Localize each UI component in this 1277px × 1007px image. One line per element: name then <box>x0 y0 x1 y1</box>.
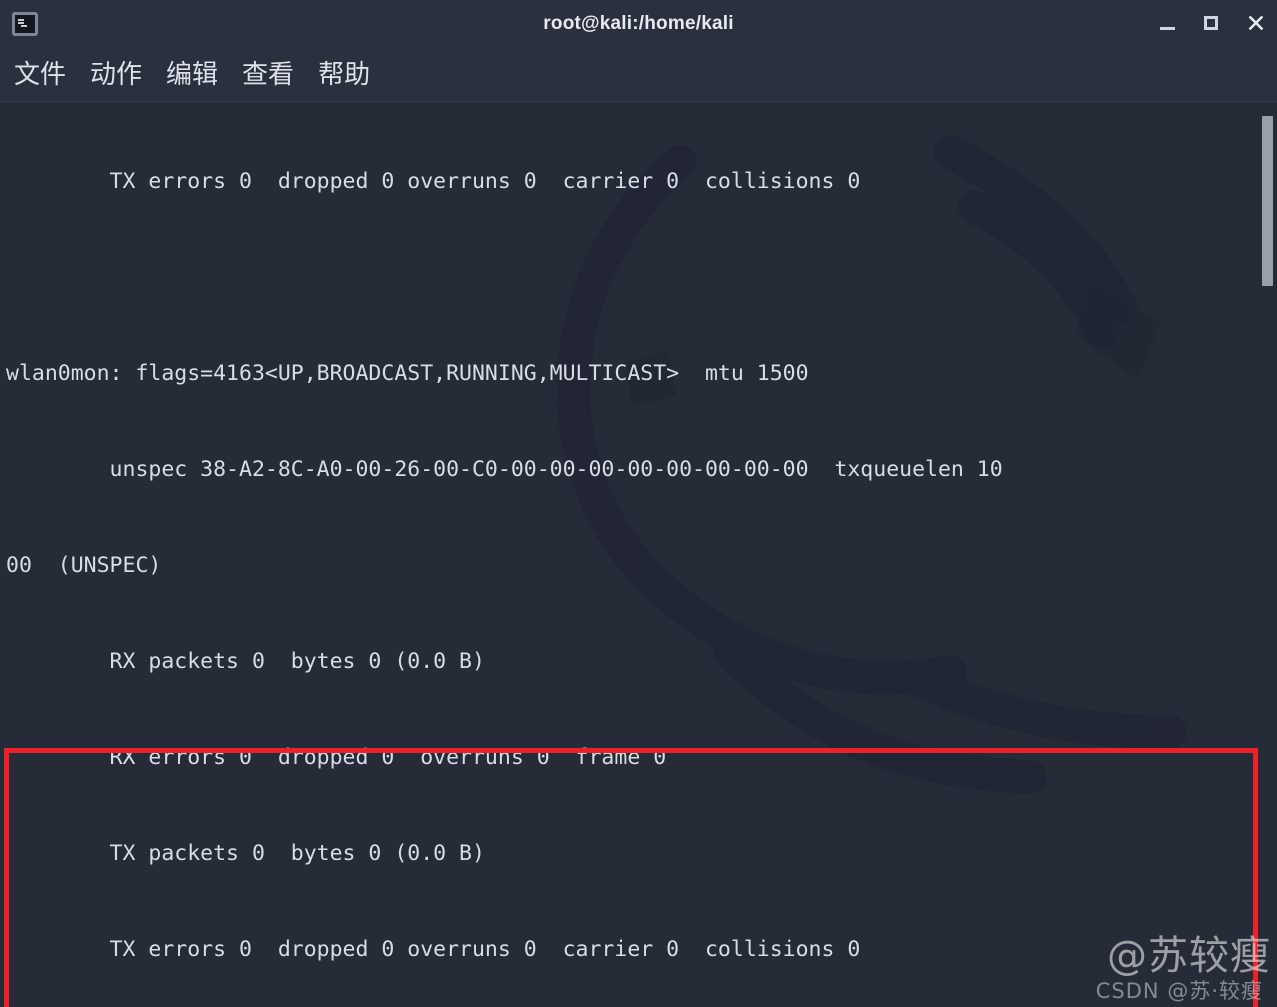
output-blank-line <box>0 262 1277 294</box>
window-title: root@kali:/home/kali <box>543 13 734 34</box>
output-line: wlan0mon: flags=4163<UP,BROADCAST,RUNNIN… <box>6 361 809 386</box>
maximize-button[interactable] <box>1201 13 1223 35</box>
terminal-output: TX errors 0 dropped 0 overruns 0 carrier… <box>0 102 1277 1007</box>
output-line: unspec 38-A2-8C-A0-00-26-00-C0-00-00-00-… <box>6 457 1003 482</box>
output-line: 00 (UNSPEC) <box>6 553 162 578</box>
menu-file[interactable]: 文件 <box>14 62 66 88</box>
output-line: TX errors 0 dropped 0 overruns 0 carrier… <box>6 937 861 962</box>
terminal-icon <box>12 12 38 36</box>
terminal-scrollbar[interactable] <box>1262 102 1275 1007</box>
output-line: RX errors 0 dropped 0 overruns 0 frame 0 <box>6 745 667 770</box>
window-controls: ✕ <box>1157 0 1267 48</box>
title-bar: root@kali:/home/kali ✕ <box>0 0 1277 49</box>
menu-actions[interactable]: 动作 <box>90 62 142 88</box>
terminal-content[interactable]: TX errors 0 dropped 0 overruns 0 carrier… <box>0 102 1277 1007</box>
menu-view[interactable]: 查看 <box>242 62 294 88</box>
output-line: TX errors 0 dropped 0 overruns 0 carrier… <box>6 169 861 194</box>
menu-edit[interactable]: 编辑 <box>166 62 218 88</box>
terminal-window: root@kali:/home/kali ✕ 文件 动作 编辑 查看 帮助 TX… <box>0 0 1277 1007</box>
close-button[interactable]: ✕ <box>1245 12 1267 37</box>
output-line: RX packets 0 bytes 0 (0.0 B) <box>6 649 485 674</box>
minimize-button[interactable] <box>1157 13 1179 35</box>
menu-bar: 文件 动作 编辑 查看 帮助 <box>0 49 1277 102</box>
scrollbar-thumb[interactable] <box>1262 116 1273 286</box>
output-line: TX packets 0 bytes 0 (0.0 B) <box>6 841 485 866</box>
menu-help[interactable]: 帮助 <box>318 62 370 88</box>
